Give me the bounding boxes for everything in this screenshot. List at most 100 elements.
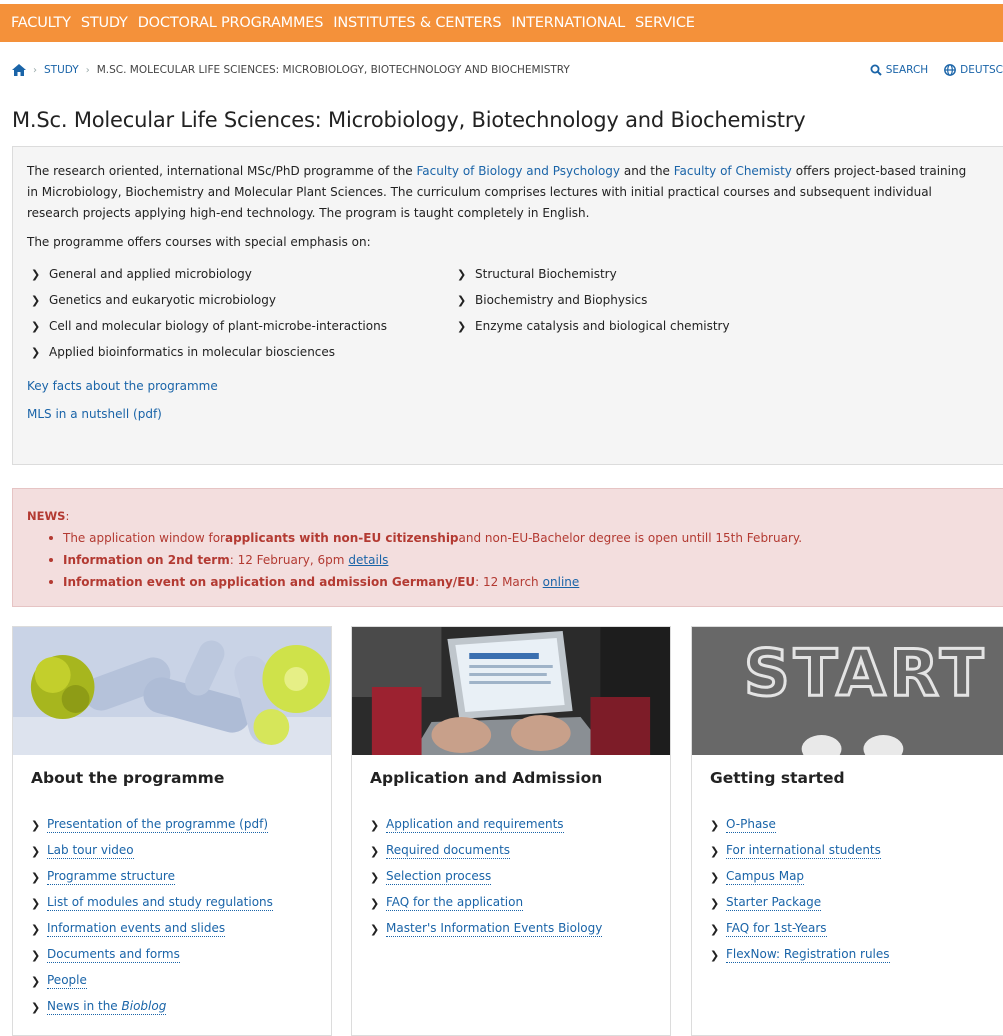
home-icon[interactable] [12, 64, 26, 76]
intro-paragraph: The research oriented, international MSc… [27, 161, 977, 224]
chevron-right-icon: ❯ [370, 870, 380, 884]
breadcrumb-separator-icon: › [85, 64, 90, 76]
news-text: The application window for [63, 531, 225, 545]
mls-nutshell-link[interactable]: MLS in a nutshell (pdf) [27, 401, 989, 427]
news-text: and non-EU-Bachelor degree is open until… [458, 531, 803, 545]
people-link[interactable]: People [47, 973, 87, 989]
list-item: ❯ Genetics and eukaryotic microbiology [27, 287, 453, 313]
header-tools: SEARCH DEUTSC [858, 60, 1003, 80]
selection-process-link[interactable]: Selection process [386, 869, 492, 885]
list-item-text: Structural Biochemistry [475, 266, 617, 281]
faculty-chemistry-link[interactable]: Faculty of Chemisty [674, 164, 792, 178]
news-label-colon: : [65, 509, 70, 523]
chevron-right-icon: ❯ [370, 922, 380, 936]
list-item: ❯ Master's Information Events Biology [352, 916, 670, 942]
chevron-right-icon: ❯ [370, 818, 380, 832]
campus-map-link[interactable]: Campus Map [726, 869, 805, 885]
list-item: ❯ Biochemistry and Biophysics [453, 287, 913, 313]
key-facts-link[interactable]: Key facts about the programme [27, 373, 989, 399]
list-item: ❯ Presentation of the programme (pdf) [13, 812, 331, 838]
news-text: : 12 February, 6pm [229, 553, 345, 567]
card-title: Getting started [710, 769, 845, 787]
list-item: ❯ General and applied microbiology [27, 261, 453, 287]
news-online-link[interactable]: online [543, 575, 580, 589]
chevron-right-icon: ❯ [31, 319, 41, 333]
start-chalk-image: START [692, 627, 1003, 755]
list-item: ❯ FlexNow: Registration rules [692, 942, 1003, 968]
o-phase-link[interactable]: O-Phase [726, 817, 776, 833]
list-item: ❯ People [13, 968, 331, 994]
bioblog-link-text: News in the [47, 999, 122, 1013]
required-documents-link[interactable]: Required documents [386, 843, 511, 859]
news-item: Information event on application and adm… [27, 571, 989, 593]
intro-text-a: The research oriented, international MSc… [27, 164, 417, 178]
breadcrumb-current: M.SC. MOLECULAR LIFE SCIENCES: MICROBIOL… [96, 64, 570, 76]
breadcrumb: › STUDY › M.SC. MOLECULAR LIFE SCIENCES:… [12, 60, 570, 80]
chevron-right-icon: ❯ [31, 267, 41, 281]
emphasis-heading: The programme offers courses with specia… [27, 235, 371, 249]
nav-item-service[interactable]: SERVICE [635, 15, 695, 31]
presentation-link[interactable]: Presentation of the programme (pdf) [47, 817, 268, 833]
list-item: ❯ Selection process [352, 864, 670, 890]
card-link-list: ❯ Application and requirements ❯ Required … [352, 812, 670, 942]
information-events-link[interactable]: Information events and slides [47, 921, 226, 937]
lab-tour-link[interactable]: Lab tour video [47, 843, 134, 859]
chevron-right-icon: ❯ [710, 922, 720, 936]
list-item: ❯ Lab tour video [13, 838, 331, 864]
news-text: : 12 March [475, 575, 539, 589]
language-label: DEUTSC [960, 64, 1003, 76]
nav-item-study[interactable]: STUDY [81, 15, 128, 31]
faculty-biology-link[interactable]: Faculty of Biology and Psychology [417, 164, 621, 178]
search-button[interactable]: SEARCH [870, 64, 928, 76]
chevron-right-icon: ❯ [31, 974, 41, 988]
nav-item-doctoral-programmes[interactable]: DOCTORAL PROGRAMMES [138, 15, 324, 31]
list-item: ❯ Programme structure [13, 864, 331, 890]
list-item-text: General and applied microbiology [49, 266, 252, 281]
flexnow-rules-link[interactable]: FlexNow: Registration rules [726, 947, 890, 963]
emphasis-column-right: ❯ Structural Biochemistry ❯ Biochemistry a… [453, 261, 913, 365]
bioblog-news-link[interactable]: News in the Bioblog [47, 999, 167, 1015]
list-item-text: Cell and molecular biology of plant-micr… [49, 318, 387, 333]
news-emphasis: Information event on application and adm… [63, 575, 476, 589]
nav-item-institutes-centers[interactable]: INSTITUTES & CENTERS [333, 15, 501, 31]
chevron-right-icon: ❯ [457, 319, 467, 333]
card-link-list: ❯ O-Phase ❯ For international students ❯ Ca… [692, 812, 1003, 968]
news-details-link[interactable]: details [348, 553, 388, 567]
news-panel: NEWS: The application window for applica… [12, 488, 1003, 607]
faq-first-years-link[interactable]: FAQ for 1st-Years [726, 921, 827, 937]
news-label: NEWS: [27, 509, 989, 527]
nav-item-faculty[interactable]: FACULTY [11, 15, 71, 31]
breadcrumb-study[interactable]: STUDY [44, 64, 79, 76]
programme-structure-link[interactable]: Programme structure [47, 869, 175, 885]
chevron-right-icon: ❯ [31, 870, 41, 884]
emphasis-column-left: ❯ General and applied microbiology ❯ Genet… [27, 261, 453, 365]
card-getting-started: START Getting started ❯ O-Phase ❯ For inte… [691, 626, 1003, 1036]
masters-info-events-link[interactable]: Master's Information Events Biology [386, 921, 603, 937]
chevron-right-icon: ❯ [31, 922, 41, 936]
modules-regulations-link[interactable]: List of modules and study regulations [47, 895, 273, 911]
card-title: Application and Admission [370, 769, 603, 787]
chevron-right-icon: ❯ [31, 1000, 41, 1014]
bioblog-link-emphasis: Bioblog [121, 999, 167, 1013]
faq-application-link[interactable]: FAQ for the application [386, 895, 524, 911]
list-item: ❯ Information events and slides [13, 916, 331, 942]
starter-package-link[interactable]: Starter Package [726, 895, 822, 911]
nav-item-international[interactable]: INTERNATIONAL [511, 15, 625, 31]
list-item: ❯ Starter Package [692, 890, 1003, 916]
list-item: ❯ News in the Bioblog [13, 994, 331, 1020]
search-label: SEARCH [885, 64, 929, 76]
news-item: Information on 2nd term: 12 February, 6p… [27, 549, 989, 571]
chevron-right-icon: ❯ [710, 844, 720, 858]
application-requirements-link[interactable]: Application and requirements [386, 817, 564, 833]
intro-text-b: and the [620, 164, 674, 178]
news-item: The application window for applicants wi… [27, 527, 989, 549]
intro-panel: The research oriented, international MSc… [12, 146, 1003, 465]
documents-forms-link[interactable]: Documents and forms [47, 947, 180, 963]
language-button[interactable]: DEUTSC [944, 64, 1003, 76]
list-item-text: Genetics and eukaryotic microbiology [49, 292, 276, 307]
list-item: ❯ List of modules and study regulations [13, 890, 331, 916]
chevron-right-icon: ❯ [710, 818, 720, 832]
international-students-link[interactable]: For international students [726, 843, 881, 859]
list-item: ❯ Applied bioinformatics in molecular bio… [27, 339, 453, 365]
list-item: ❯ For international students [692, 838, 1003, 864]
